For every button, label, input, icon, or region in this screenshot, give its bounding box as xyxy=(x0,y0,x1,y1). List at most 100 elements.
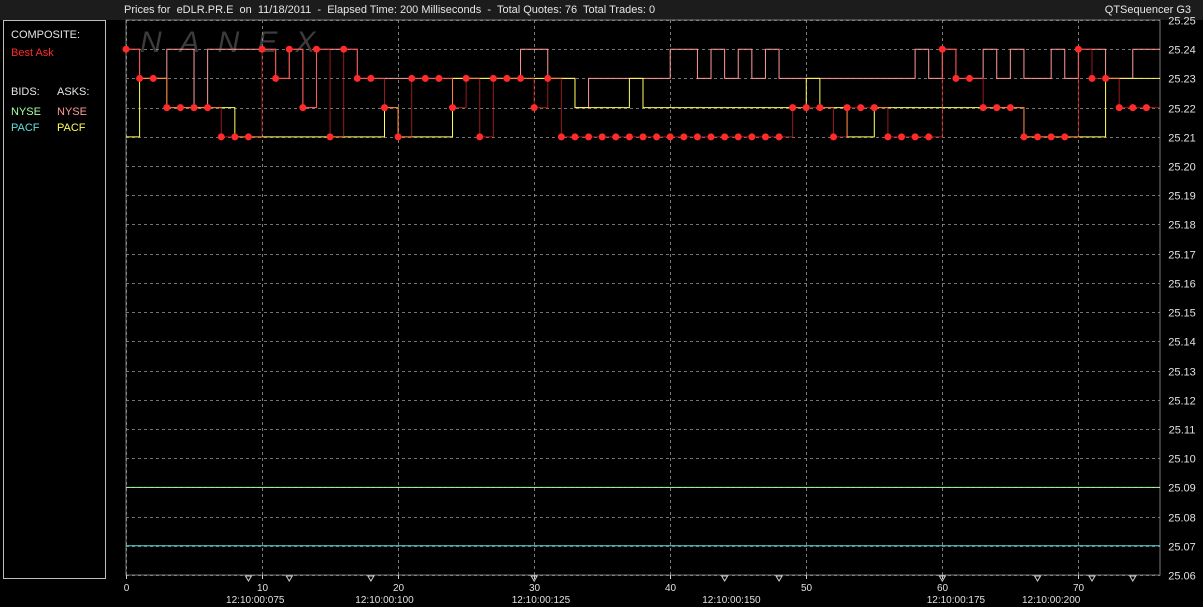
time-marker xyxy=(1033,575,1042,582)
x-tick-label: 60 xyxy=(937,583,949,594)
best-ask-point xyxy=(693,133,701,141)
best-ask-point xyxy=(734,133,742,141)
best-ask-point xyxy=(1020,133,1028,141)
y-tick-label: 25.16 xyxy=(1168,279,1196,291)
best-ask-point xyxy=(231,133,239,141)
best-ask-point xyxy=(544,74,552,82)
best-ask-point xyxy=(707,133,715,141)
y-tick-label: 25.13 xyxy=(1168,367,1196,379)
x-tick-label: 70 xyxy=(1073,583,1085,594)
best-ask-point xyxy=(435,74,443,82)
best-ask-point xyxy=(190,104,198,112)
best-ask-point xyxy=(598,133,606,141)
best-ask-point xyxy=(857,104,865,112)
best-ask-point xyxy=(557,133,565,141)
best-ask-point xyxy=(938,45,946,53)
best-ask-point xyxy=(503,74,511,82)
best-ask-point xyxy=(816,104,824,112)
best-ask-point xyxy=(394,133,402,141)
best-ask-point xyxy=(122,45,130,53)
time-marker xyxy=(720,575,729,582)
time-marker xyxy=(1128,575,1137,582)
price-chart: NANEX 25.25 25.24 25.23 25.22 25.21 25.20 25.19… xyxy=(122,16,1196,606)
time-label: 12:10:00:150 xyxy=(702,595,761,606)
best-ask-point xyxy=(462,74,470,82)
best-ask-point xyxy=(136,74,144,82)
y-tick-label: 25.22 xyxy=(1168,104,1196,116)
time-marker xyxy=(775,575,783,582)
y-tick-label: 25.20 xyxy=(1168,162,1196,174)
best-ask-point xyxy=(1142,104,1150,112)
best-ask-point xyxy=(272,74,280,82)
time-marker xyxy=(285,575,294,582)
best-ask-point xyxy=(1047,133,1055,141)
time-label: 12:10:00:200 xyxy=(1022,595,1081,606)
best-ask-point xyxy=(1115,104,1123,112)
best-ask-point xyxy=(258,45,266,53)
best-ask-point xyxy=(571,133,579,141)
x-tick-label: 40 xyxy=(665,583,677,594)
best-ask-point xyxy=(748,133,756,141)
x-tick-label: 50 xyxy=(801,583,813,594)
y-tick-label: 25.18 xyxy=(1168,220,1196,232)
best-ask-point xyxy=(149,74,157,82)
time-label: 12:10:00:075 xyxy=(226,595,285,606)
best-ask-point xyxy=(163,104,171,112)
y-tick-label: 25.07 xyxy=(1168,542,1196,554)
y-tick-label: 25.12 xyxy=(1168,396,1196,408)
best-ask-point xyxy=(680,133,688,141)
best-ask-point xyxy=(653,133,661,141)
x-tick-label: 20 xyxy=(393,583,405,594)
y-tick-label: 25.10 xyxy=(1168,454,1196,466)
best-ask-point xyxy=(449,104,457,112)
best-ask-point xyxy=(1061,133,1069,141)
y-tick-label: 25.11 xyxy=(1169,425,1196,437)
best-ask-point xyxy=(476,133,484,141)
x-tick-label: 30 xyxy=(529,583,541,594)
best-ask-point xyxy=(1088,74,1096,82)
time-marker xyxy=(367,575,375,582)
best-ask-point xyxy=(530,104,538,112)
best-ask-point xyxy=(898,133,905,141)
best-ask-point xyxy=(1074,45,1082,53)
best-ask-point xyxy=(299,104,307,112)
time-label: 12:10:00:125 xyxy=(512,595,571,606)
best-ask-point xyxy=(829,133,837,141)
y-tick-label: 25.23 xyxy=(1168,74,1196,86)
best-ask-point xyxy=(353,74,361,82)
best-ask-point xyxy=(952,74,960,82)
time-marker xyxy=(1088,575,1096,582)
y-tick-label: 25.09 xyxy=(1168,483,1196,495)
y-tick-label: 25.08 xyxy=(1168,513,1196,525)
y-tick-label: 25.24 xyxy=(1168,45,1196,57)
best-ask-point xyxy=(625,133,633,141)
best-ask-point xyxy=(176,104,184,112)
x-tick-label: 0 xyxy=(124,583,130,594)
best-ask-point xyxy=(217,133,225,141)
best-ask-point xyxy=(721,133,729,141)
watermark-text: NANEX xyxy=(140,26,333,59)
y-tick-label: 25.15 xyxy=(1168,308,1196,320)
best-ask-point xyxy=(1034,133,1042,141)
best-ask-point xyxy=(244,133,252,141)
best-ask-point xyxy=(979,104,987,112)
best-ask-point xyxy=(340,45,348,53)
best-ask-point xyxy=(517,74,525,82)
y-tick-label: 25.21 xyxy=(1168,133,1196,145)
best-ask-point xyxy=(911,133,919,141)
best-ask-point xyxy=(489,74,497,82)
best-ask-point xyxy=(204,104,212,112)
best-ask-point xyxy=(993,104,1001,112)
best-ask-point xyxy=(1006,104,1014,112)
best-ask-point xyxy=(843,104,851,112)
y-tick-label: 25.19 xyxy=(1168,191,1196,203)
best-ask-point xyxy=(612,133,620,141)
best-ask-point xyxy=(326,133,334,141)
y-tick-label: 25.25 xyxy=(1168,16,1196,28)
time-marker xyxy=(244,575,253,582)
best-ask-point xyxy=(1102,74,1110,82)
best-ask-point xyxy=(585,133,593,141)
best-ask-point xyxy=(312,45,320,53)
best-ask-point xyxy=(802,104,810,112)
best-ask-point xyxy=(421,74,429,82)
